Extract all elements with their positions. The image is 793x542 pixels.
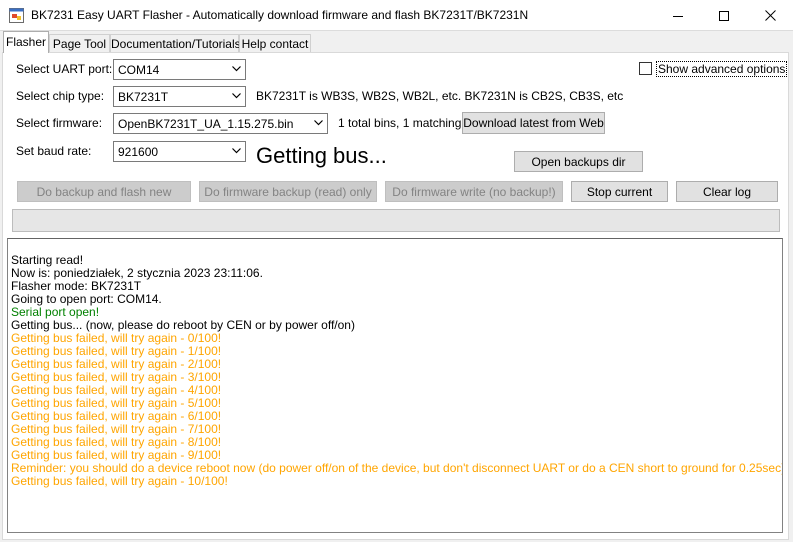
download-latest-button[interactable]: Download latest from Web — [462, 112, 605, 134]
tab-page-tool[interactable]: Page Tool — [49, 34, 110, 53]
uart-port-select[interactable]: COM14 — [113, 59, 246, 80]
maximize-icon — [719, 10, 729, 21]
chip-type-label: Select chip type: — [16, 89, 105, 103]
chevron-down-icon — [314, 120, 323, 126]
minimize-icon — [673, 15, 683, 17]
firmware-value: OpenBK7231T_UA_1.15.275.bin — [118, 117, 294, 131]
log-line: Going to open port: COM14. — [11, 292, 162, 306]
tab-flasher[interactable]: Flasher — [3, 31, 49, 53]
tab-documentation[interactable]: Documentation/Tutorials — [110, 34, 241, 53]
firmware-select[interactable]: OpenBK7231T_UA_1.15.275.bin — [113, 113, 328, 134]
close-icon — [764, 10, 776, 21]
backup-and-flash-button[interactable]: Do backup and flash new — [17, 181, 191, 202]
write-only-button[interactable]: Do firmware write (no backup!) — [385, 181, 563, 202]
stop-current-button[interactable]: Stop current — [571, 181, 668, 202]
chip-info-text: BK7231T is WB3S, WB2S, WB2L, etc. BK7231… — [256, 89, 624, 103]
minimize-button[interactable] — [655, 0, 701, 31]
progress-bar — [12, 209, 780, 232]
chevron-down-icon — [232, 93, 241, 99]
baud-rate-label: Set baud rate: — [16, 144, 92, 158]
baud-rate-value: 921600 — [118, 145, 159, 159]
open-backups-button[interactable]: Open backups dir — [514, 151, 643, 172]
chip-type-select[interactable]: BK7231T — [113, 86, 246, 107]
tab-strip: Flasher Page Tool Documentation/Tutorial… — [0, 31, 793, 53]
baud-rate-select[interactable]: 921600 — [113, 141, 246, 162]
backup-only-button[interactable]: Do firmware backup (read) only — [199, 181, 377, 202]
log-line: Getting bus failed, will try again - 10/… — [11, 474, 228, 488]
uart-port-label: Select UART port: — [16, 62, 113, 76]
chip-type-value: BK7231T — [118, 90, 169, 104]
title-bar: BK7231 Easy UART Flasher - Automatically… — [0, 0, 793, 31]
clear-log-button[interactable]: Clear log — [676, 181, 778, 202]
tab-help-contact[interactable]: Help contact — [239, 34, 311, 53]
flasher-app-icon — [9, 8, 24, 23]
uart-port-value: COM14 — [118, 63, 160, 77]
close-button[interactable] — [747, 0, 793, 31]
status-text: Getting bus... — [256, 143, 387, 168]
chevron-down-icon — [232, 66, 241, 72]
chevron-down-icon — [232, 148, 241, 154]
advanced-options-checkbox[interactable] — [639, 62, 652, 75]
maximize-button[interactable] — [701, 0, 747, 31]
log-output[interactable]: Starting read! Now is: poniedziałek, 2 st… — [7, 238, 783, 533]
firmware-info-text: 1 total bins, 1 matching. — [338, 116, 465, 130]
advanced-options-label[interactable]: Show advanced options — [656, 61, 788, 77]
window-title: BK7231 Easy UART Flasher - Automatically… — [31, 8, 529, 22]
firmware-label: Select firmware: — [16, 116, 103, 130]
